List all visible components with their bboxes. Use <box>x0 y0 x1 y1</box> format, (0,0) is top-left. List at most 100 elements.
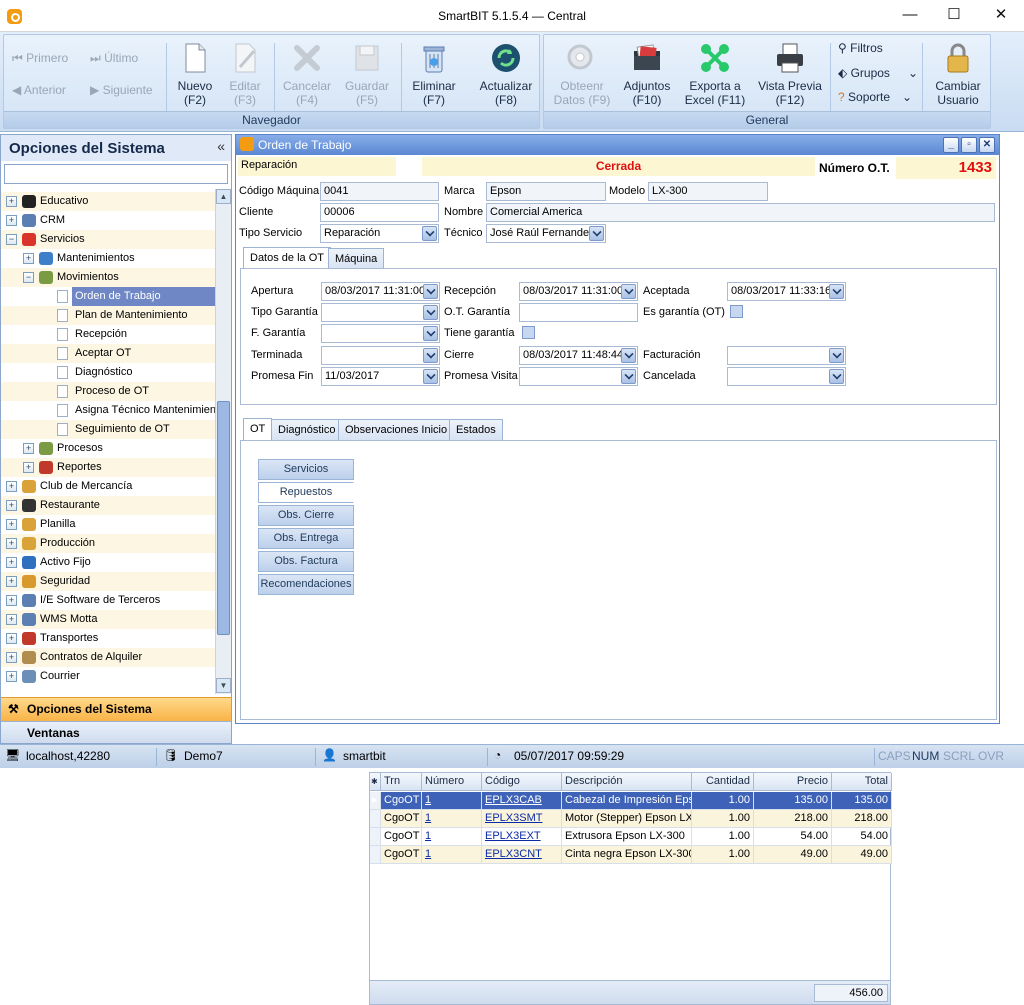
col-code-cell[interactable]: EPLX3CAB <box>482 792 562 810</box>
nav-windows[interactable]: Ventanas <box>1 721 231 743</box>
tree-item[interactable]: Diagnóstico <box>1 363 215 382</box>
print-preview-button[interactable]: Vista Previa (F12) <box>753 41 827 107</box>
collapse-icon[interactable]: − <box>23 272 34 283</box>
dropdown-icon[interactable] <box>423 326 438 341</box>
tree-item[interactable]: + Mantenimientos <box>1 249 215 268</box>
dropdown-icon[interactable] <box>423 369 438 384</box>
dropdown-icon[interactable] <box>423 348 438 363</box>
tab-diagnosis[interactable]: Diagnóstico <box>271 419 343 440</box>
scroll-up-icon[interactable]: ▲ <box>216 189 231 204</box>
collapse-panel-button[interactable]: « <box>217 138 225 154</box>
expand-icon[interactable]: + <box>6 196 17 207</box>
dropdown-icon[interactable] <box>829 284 844 299</box>
col-code-cell[interactable]: EPLX3SMT <box>482 810 562 828</box>
col-code-cell[interactable]: EPLX3CNT <box>482 846 562 864</box>
child-minimize-button[interactable]: _ <box>943 137 959 153</box>
tree-item[interactable]: + Club de Mercancía <box>1 477 215 496</box>
detail-tab-obs-entrega[interactable]: Obs. Entrega <box>258 528 354 549</box>
expand-icon[interactable]: + <box>6 481 17 492</box>
attachments-button[interactable]: Adjuntos (F10) <box>616 41 678 107</box>
expand-icon[interactable]: + <box>6 633 17 644</box>
support-button[interactable]: ? Soporte ⌄ <box>838 90 918 104</box>
expand-icon[interactable]: + <box>23 253 34 264</box>
service-type-select[interactable]: Reparación <box>320 224 439 243</box>
export-excel-button[interactable]: Exporta a Excel (F11) <box>683 41 747 107</box>
child-close-button[interactable]: ✕ <box>979 137 995 153</box>
model-field[interactable]: LX-300 <box>648 182 768 201</box>
tree-item[interactable]: + WMS Motta <box>1 610 215 629</box>
tree-item[interactable]: + Contratos de Alquiler <box>1 648 215 667</box>
dropdown-icon[interactable] <box>423 284 438 299</box>
expand-icon[interactable]: + <box>23 443 34 454</box>
is-warranty-checkbox[interactable] <box>730 305 743 318</box>
warranty-date-field[interactable] <box>321 324 440 343</box>
tree-item[interactable]: Seguimiento de OT <box>1 420 215 439</box>
detail-tab-obs-factura[interactable]: Obs. Factura <box>258 551 354 572</box>
dropdown-icon[interactable] <box>621 369 636 384</box>
col-description-header[interactable]: Descripción <box>562 773 692 791</box>
promise-end-field[interactable]: 11/03/2017 <box>321 367 440 386</box>
dropdown-icon[interactable] <box>829 348 844 363</box>
tree-item[interactable]: Proceso de OT <box>1 382 215 401</box>
detail-tab-obs-cierre[interactable]: Obs. Cierre <box>258 505 354 526</box>
tree-item[interactable]: + Reportes <box>1 458 215 477</box>
dropdown-icon[interactable] <box>829 369 844 384</box>
tree-item[interactable]: + Procesos <box>1 439 215 458</box>
billing-date-field[interactable] <box>727 346 846 365</box>
scroll-down-icon[interactable]: ▼ <box>216 678 231 693</box>
col-code-header[interactable]: Código <box>482 773 562 791</box>
child-maximize-button[interactable]: ▫ <box>961 137 977 153</box>
delete-button[interactable]: Eliminar (F7) <box>405 41 463 107</box>
expand-icon[interactable]: + <box>6 614 17 625</box>
dropdown-icon[interactable] <box>423 305 438 320</box>
expand-icon[interactable]: + <box>6 576 17 587</box>
expand-icon[interactable]: + <box>6 595 17 606</box>
cancel-button[interactable]: Cancelar (F4) <box>278 41 336 107</box>
accepted-date-field[interactable]: 08/03/2017 11:33:16 <box>727 282 846 301</box>
expand-icon[interactable]: + <box>6 500 17 511</box>
dropdown-icon[interactable] <box>621 348 636 363</box>
col-number-cell[interactable]: 1 <box>422 828 482 846</box>
tree-item[interactable]: + Activo Fijo <box>1 553 215 572</box>
detail-tab-servicios[interactable]: Servicios <box>258 459 354 480</box>
col-price-header[interactable]: Precio <box>754 773 832 791</box>
collapse-icon[interactable]: − <box>6 234 17 245</box>
machine-code-field[interactable]: 0041 <box>320 182 439 201</box>
tree-item[interactable]: + CRM <box>1 211 215 230</box>
expand-icon[interactable]: + <box>6 652 17 663</box>
tree-item[interactable]: + Producción <box>1 534 215 553</box>
tree-item[interactable]: + Planilla <box>1 515 215 534</box>
col-number-cell[interactable]: 1 <box>422 792 482 810</box>
refresh-button[interactable]: Actualizar (F8) <box>475 41 537 107</box>
warranty-type-select[interactable] <box>321 303 440 322</box>
next-record-button[interactable]: ▶ Siguiente <box>90 81 153 99</box>
close-date-field[interactable]: 08/03/2017 11:48:44 <box>519 346 638 365</box>
ot-warranty-field[interactable] <box>519 303 638 322</box>
expand-icon[interactable]: + <box>6 557 17 568</box>
client-field[interactable]: 00006 <box>320 203 439 222</box>
col-trn-header[interactable]: Trn <box>381 773 422 791</box>
tree-item[interactable]: + Seguridad <box>1 572 215 591</box>
tree-item[interactable]: Plan de Mantenimiento <box>1 306 215 325</box>
expand-icon[interactable]: + <box>6 671 17 682</box>
nav-system-options[interactable]: ⚒ Opciones del Sistema <box>1 697 231 721</box>
tree-scrollbar[interactable]: ▲ ▼ <box>215 189 231 694</box>
cancelled-date-field[interactable] <box>727 367 846 386</box>
client-name-field[interactable]: Comercial America <box>486 203 995 222</box>
close-button[interactable]: ✕ <box>978 0 1024 30</box>
menu-search-input[interactable] <box>4 164 228 184</box>
scroll-thumb[interactable] <box>217 401 230 635</box>
tree-item[interactable]: − Servicios <box>1 230 215 249</box>
tree-item[interactable]: Recepción <box>1 325 215 344</box>
tab-order-data[interactable]: Datos de la OT <box>243 247 331 269</box>
has-warranty-checkbox[interactable] <box>522 326 535 339</box>
col-number-header[interactable]: Número <box>422 773 482 791</box>
detail-tab-recomendaciones[interactable]: Recomendaciones <box>258 574 354 595</box>
brand-field[interactable]: Epson <box>486 182 606 201</box>
first-record-button[interactable]: ⏮ Primero <box>12 49 68 67</box>
groups-button[interactable]: ⬖ Grupos ⌄ <box>838 66 918 80</box>
expand-icon[interactable]: + <box>23 462 34 473</box>
change-user-button[interactable]: Cambiar Usuario <box>927 41 989 107</box>
maximize-button[interactable]: ☐ <box>931 0 977 30</box>
expand-icon[interactable]: + <box>6 519 17 530</box>
